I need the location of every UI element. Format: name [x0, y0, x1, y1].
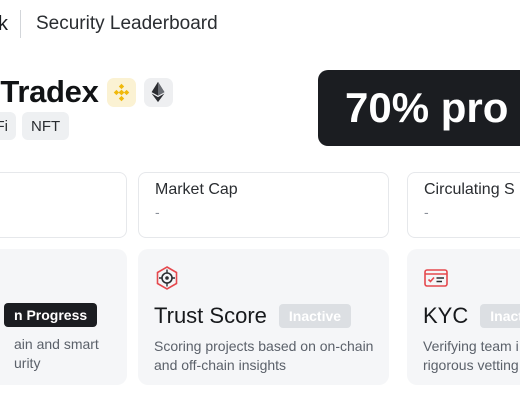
feature-icon-placeholder [0, 265, 111, 291]
feature-desc-audit: ain and smart urity [14, 335, 127, 373]
status-badge-inactive: Inact [480, 304, 520, 328]
feature-title-kyc: KYC [423, 303, 469, 328]
header-divider [20, 10, 21, 38]
desc-line: urity [14, 355, 41, 371]
audit-progress-banner: 70% pro [318, 70, 520, 146]
tag-nft[interactable]: NFT [22, 112, 70, 140]
desc-line: Scoring projects based on on-chain [154, 338, 374, 354]
stat-card-first [0, 172, 127, 238]
tag-defi[interactable]: Fi [0, 112, 16, 140]
desc-line: Verifying team i [423, 338, 519, 354]
page: k Security Leaderboard roTradex [0, 0, 520, 400]
stat-card-market-cap: Market Cap - [138, 172, 389, 238]
breadcrumb-security-leaderboard[interactable]: Security Leaderboard [36, 13, 218, 35]
brand-logo-text[interactable]: k [0, 13, 8, 36]
stat-label-circulating-supply: Circulating S [424, 181, 515, 198]
feature-card-audit[interactable]: n Progress ain and smart urity [0, 249, 127, 385]
desc-line: rigorous vetting [423, 357, 519, 373]
feature-desc-trust-score: Scoring projects based on on-chain and o… [154, 337, 389, 375]
id-card-icon [424, 269, 448, 287]
status-badge-inactive: Inactive [278, 304, 352, 328]
status-badge-in-progress: n Progress [4, 303, 98, 327]
feature-card-kyc[interactable]: KYC Inact Verifying team i rigorous vett… [407, 249, 520, 385]
bnb-chain-icon[interactable] [106, 77, 136, 107]
stat-value-market-cap: - [155, 204, 160, 220]
project-name: roTradex [0, 74, 99, 109]
stat-value-circulating-supply: - [424, 204, 429, 220]
project-tags: Fi NFT [0, 112, 70, 140]
project-title-row: roTradex [0, 72, 173, 112]
feature-head: n Progress [0, 303, 111, 327]
feature-head: KYC Inact [423, 303, 520, 329]
desc-line: and off-chain insights [154, 357, 287, 373]
trust-target-icon [156, 266, 178, 290]
stat-label-market-cap: Market Cap [155, 181, 238, 198]
stat-card-circulating-supply: Circulating S - [407, 172, 520, 238]
desc-line: ain and smart [14, 336, 99, 352]
feature-card-trust-score[interactable]: Trust Score Inactive Scoring projects ba… [138, 249, 389, 385]
feature-head: Trust Score Inactive [154, 303, 373, 329]
feature-desc-kyc: Verifying team i rigorous vetting [423, 337, 520, 375]
top-bar: k Security Leaderboard [0, 0, 520, 48]
feature-title-trust-score: Trust Score [154, 303, 267, 328]
ethereum-icon[interactable] [143, 77, 173, 107]
